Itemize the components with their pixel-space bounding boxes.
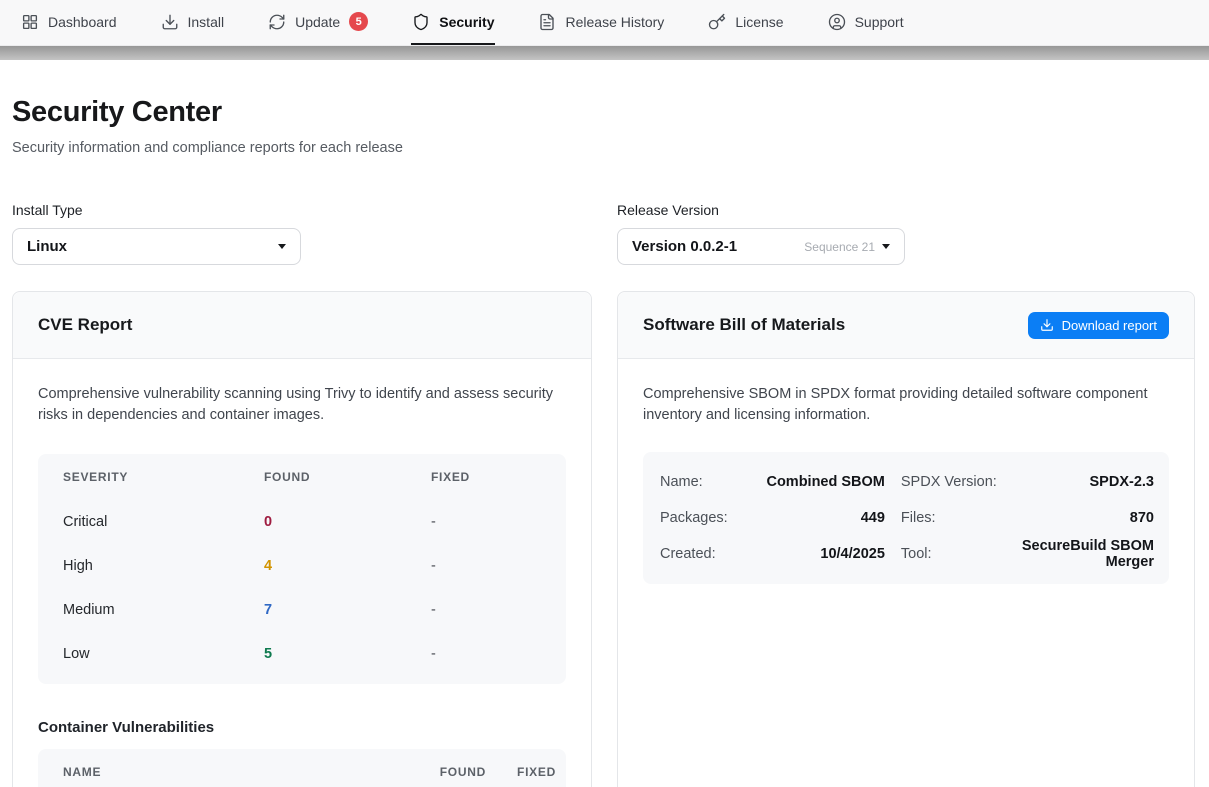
fixed-value: - [431, 646, 541, 662]
sbom-detail-value: Combined SBOM [744, 464, 885, 500]
found-col-header: Found [406, 765, 486, 779]
nav-item-dashboard[interactable]: Dashboard [20, 0, 118, 45]
fixed-value: - [431, 558, 541, 574]
nav-item-license[interactable]: License [707, 0, 784, 45]
cve-report-title: CVE Report [38, 315, 132, 335]
download-icon [161, 13, 179, 31]
install-type-select[interactable]: Linux [12, 228, 301, 265]
fixed-col-header: Fixed [486, 765, 556, 779]
release-version-value: Version 0.0.2-1 [632, 238, 737, 255]
nav-item-label: Support [855, 14, 904, 30]
nav-item-support[interactable]: Support [827, 0, 905, 45]
sbom-details-grid: Name: Combined SBOM SPDX Version: SPDX-2… [643, 452, 1169, 584]
nav-item-update[interactable]: Update 5 [267, 0, 369, 45]
name-col-header: Name [63, 765, 406, 779]
table-row: Low 5 - [38, 632, 566, 676]
table-row: Medium 7 - [38, 588, 566, 632]
severity-col-header: Severity [63, 470, 264, 484]
header-scroll-shadow [0, 46, 1209, 60]
severity-label: Critical [63, 514, 264, 530]
nav-item-security[interactable]: Security [411, 0, 495, 45]
sbom-detail-value: 10/4/2025 [744, 536, 885, 572]
release-version-sequence: Sequence 21 [804, 240, 875, 254]
sbom-card: Software Bill of Materials Download repo… [617, 291, 1195, 787]
install-type-value: Linux [27, 238, 67, 255]
severity-label: Low [63, 646, 264, 662]
nav-item-label: Dashboard [48, 14, 117, 30]
container-vulnerabilities-table-header: Name Found Fixed [38, 749, 566, 787]
page-title: Security Center [12, 96, 1195, 129]
sbom-detail-label: SPDX Version: [901, 464, 997, 500]
top-nav: Dashboard Install Update 5 Security Rele… [0, 0, 1209, 46]
key-icon [708, 13, 726, 31]
table-row: Critical 0 - [38, 500, 566, 544]
nav-item-label: License [735, 14, 783, 30]
sbom-detail-value: SPDX-2.3 [1013, 464, 1154, 500]
found-value: 0 [264, 514, 431, 530]
release-version-select[interactable]: Version 0.0.2-1 Sequence 21 [617, 228, 905, 265]
page-subtitle: Security information and compliance repo… [12, 140, 1195, 156]
severity-table-header: Severity Found Fixed [38, 454, 566, 500]
sbom-detail-label: Packages: [660, 500, 728, 536]
filters-row: Install Type Linux Release Version Versi… [12, 202, 1195, 265]
fixed-value: - [431, 602, 541, 618]
severity-label: High [63, 558, 264, 574]
found-col-header: Found [264, 470, 431, 484]
cve-report-description: Comprehensive vulnerability scanning usi… [38, 384, 566, 427]
cards-row: CVE Report Comprehensive vulnerability s… [12, 291, 1195, 787]
download-report-button[interactable]: Download report [1028, 312, 1169, 339]
sbom-header: Software Bill of Materials Download repo… [618, 292, 1194, 359]
sbom-detail-label: Name: [660, 464, 728, 500]
nav-item-label: Install [188, 14, 225, 30]
update-count-badge: 5 [349, 12, 368, 31]
nav-item-label: Release History [565, 14, 664, 30]
user-circle-icon [828, 13, 846, 31]
container-vulnerabilities-title: Container Vulnerabilities [38, 719, 566, 736]
nav-item-label: Update [295, 14, 340, 30]
nav-item-label: Security [439, 14, 494, 30]
install-type-label: Install Type [12, 202, 592, 218]
severity-table: Severity Found Fixed Critical 0 - High 4… [38, 454, 566, 684]
sbom-detail-value: 449 [744, 500, 885, 536]
chevron-down-icon [278, 244, 286, 249]
sbom-detail-label: Tool: [901, 536, 997, 572]
sbom-description: Comprehensive SBOM in SPDX format provid… [643, 384, 1169, 427]
download-icon [1040, 318, 1054, 332]
table-row: High 4 - [38, 544, 566, 588]
dashboard-icon [21, 13, 39, 31]
refresh-icon [268, 13, 286, 31]
cve-report-body: Comprehensive vulnerability scanning usi… [13, 359, 591, 787]
found-value: 7 [264, 602, 431, 618]
sbom-detail-label: Files: [901, 500, 997, 536]
download-report-label: Download report [1062, 318, 1157, 333]
cve-report-header: CVE Report [13, 292, 591, 359]
release-version-label: Release Version [617, 202, 1195, 218]
fixed-value: - [431, 514, 541, 530]
sbom-detail-value: 870 [1013, 500, 1154, 536]
fixed-col-header: Fixed [431, 470, 541, 484]
nav-item-install[interactable]: Install [160, 0, 226, 45]
document-icon [538, 13, 556, 31]
shield-icon [412, 13, 430, 31]
cve-report-card: CVE Report Comprehensive vulnerability s… [12, 291, 592, 787]
found-value: 4 [264, 558, 431, 574]
install-type-field: Install Type Linux [12, 202, 592, 265]
release-version-field: Release Version Version 0.0.2-1 Sequence… [617, 202, 1195, 265]
found-value: 5 [264, 646, 431, 662]
main-content: Security Center Security information and… [0, 96, 1209, 787]
sbom-detail-value: SecureBuild SBOM Merger [1013, 536, 1154, 572]
sbom-title: Software Bill of Materials [643, 315, 845, 335]
sbom-detail-label: Created: [660, 536, 728, 572]
nav-item-release-history[interactable]: Release History [537, 0, 665, 45]
severity-label: Medium [63, 602, 264, 618]
chevron-down-icon [882, 244, 890, 249]
sbom-body: Comprehensive SBOM in SPDX format provid… [618, 359, 1194, 609]
